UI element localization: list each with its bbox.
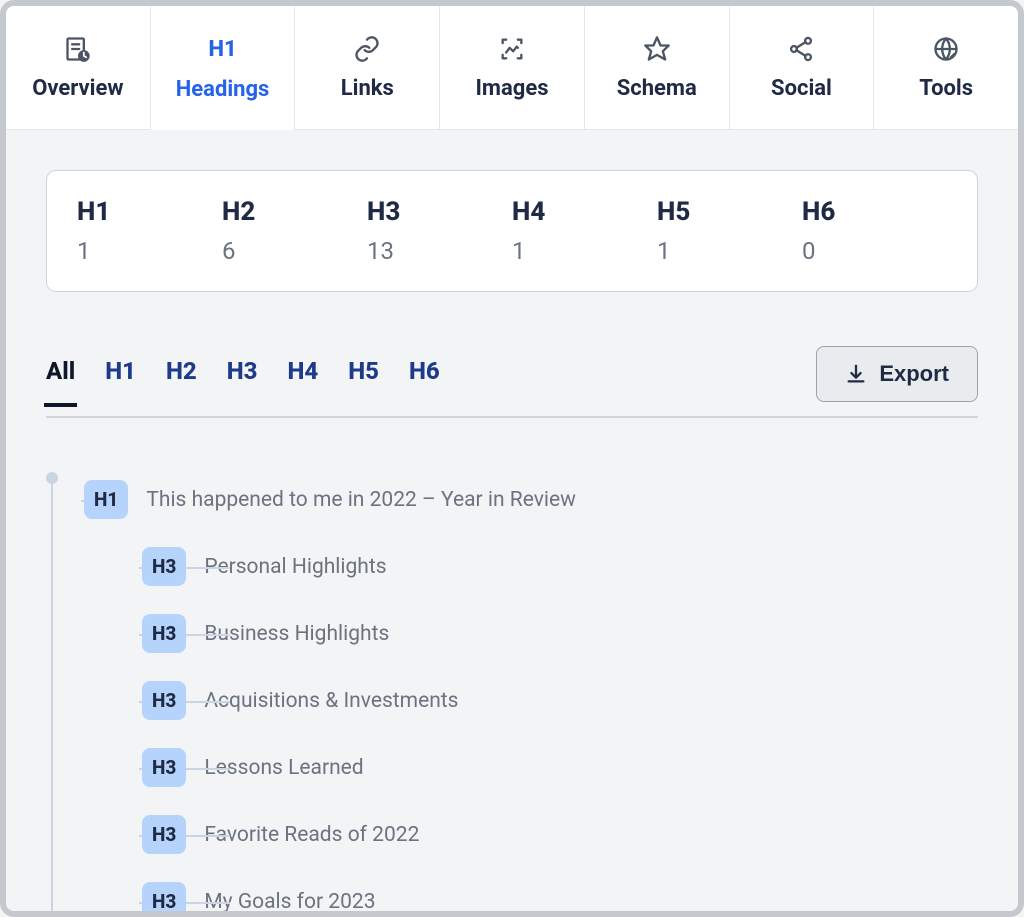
heading-level-badge: H3 (142, 547, 186, 586)
stat-value: 1 (512, 237, 657, 265)
tab-label: Social (771, 76, 832, 101)
globe-icon (931, 34, 961, 64)
heading-text: Favorite Reads of 2022 (204, 823, 419, 847)
heading-level-badge: H3 (142, 748, 186, 787)
heading-row[interactable]: H3 Favorite Reads of 2022 (142, 801, 978, 868)
tab-label: Headings (176, 77, 270, 102)
stat-value: 13 (367, 237, 512, 265)
stat-value: 0 (802, 237, 947, 265)
heading-level-badge: H3 (142, 681, 186, 720)
heading-text: This happened to me in 2022 – Year in Re… (146, 488, 576, 512)
tab-schema[interactable]: Schema (585, 6, 730, 130)
tab-headings[interactable]: H1 Headings (151, 6, 296, 130)
tab-overview[interactable]: Overview (6, 6, 151, 130)
filter-h1[interactable]: H1 (105, 357, 136, 387)
tree-trunk-line (51, 480, 53, 917)
headings-tree: H1 This happened to me in 2022 – Year in… (46, 466, 978, 917)
tab-label: Images (476, 76, 549, 101)
stat-h6: H6 0 (802, 197, 947, 265)
stat-label: H5 (657, 197, 802, 227)
tab-links[interactable]: Links (295, 6, 440, 130)
filter-all[interactable]: All (46, 357, 75, 387)
heading-text: Personal Highlights (204, 555, 386, 579)
stat-label: H1 (77, 197, 222, 227)
filter-h3[interactable]: H3 (227, 357, 258, 387)
stat-h3: H3 13 (367, 197, 512, 265)
download-icon (845, 363, 867, 385)
filter-h2[interactable]: H2 (166, 357, 197, 387)
heading-row[interactable]: H3 Business Highlights (142, 600, 978, 667)
export-button[interactable]: Export (816, 346, 978, 402)
heading-level-badge: H3 (142, 882, 186, 917)
h1-icon: H1 (208, 35, 238, 65)
heading-level-badge: H1 (84, 480, 128, 519)
filter-h5[interactable]: H5 (348, 357, 379, 387)
heading-level-badge: H3 (142, 614, 186, 653)
share-icon (786, 34, 816, 64)
stat-h1: H1 1 (77, 197, 222, 265)
tab-label: Schema (617, 76, 697, 101)
tab-tools[interactable]: Tools (874, 6, 1018, 130)
tab-social[interactable]: Social (730, 6, 875, 130)
heading-row[interactable]: H3 Personal Highlights (142, 533, 978, 600)
heading-stats-card: H1 1 H2 6 H3 13 H4 1 H5 1 H6 0 (46, 170, 978, 292)
heading-text: Business Highlights (204, 622, 389, 646)
stat-label: H3 (367, 197, 512, 227)
heading-text: My Goals for 2023 (204, 890, 375, 914)
stat-label: H6 (802, 197, 947, 227)
tab-images[interactable]: Images (440, 6, 585, 130)
filter-h6[interactable]: H6 (409, 357, 440, 387)
heading-row[interactable]: H3 Acquisitions & Investments (142, 667, 978, 734)
filter-h4[interactable]: H4 (287, 357, 318, 387)
stat-h4: H4 1 (512, 197, 657, 265)
tab-label: Links (341, 76, 394, 101)
stat-h2: H2 6 (222, 197, 367, 265)
filter-tabs: All H1 H2 H3 H4 H5 H6 (46, 357, 440, 405)
stat-label: H4 (512, 197, 657, 227)
document-clock-icon (63, 34, 93, 64)
heading-row[interactable]: H3 My Goals for 2023 (142, 868, 978, 917)
heading-text: Acquisitions & Investments (204, 689, 458, 713)
stat-value: 1 (77, 237, 222, 265)
image-scan-icon (497, 34, 527, 64)
tab-label: Overview (32, 76, 123, 101)
stat-value: 1 (657, 237, 802, 265)
content-area: H1 1 H2 6 H3 13 H4 1 H5 1 H6 0 (6, 130, 1018, 917)
heading-row[interactable]: H3 Lessons Learned (142, 734, 978, 801)
export-label: Export (879, 361, 949, 387)
link-icon (352, 34, 382, 64)
main-tabs: Overview H1 Headings Links (6, 6, 1018, 130)
star-icon (642, 34, 672, 64)
stat-value: 6 (222, 237, 367, 265)
stat-h5: H5 1 (657, 197, 802, 265)
tab-label: Tools (919, 76, 973, 101)
app-window: Overview H1 Headings Links (0, 0, 1024, 917)
heading-level-badge: H3 (142, 815, 186, 854)
stat-label: H2 (222, 197, 367, 227)
filter-row: All H1 H2 H3 H4 H5 H6 Export (46, 346, 978, 418)
heading-row[interactable]: H1 This happened to me in 2022 – Year in… (84, 466, 978, 533)
